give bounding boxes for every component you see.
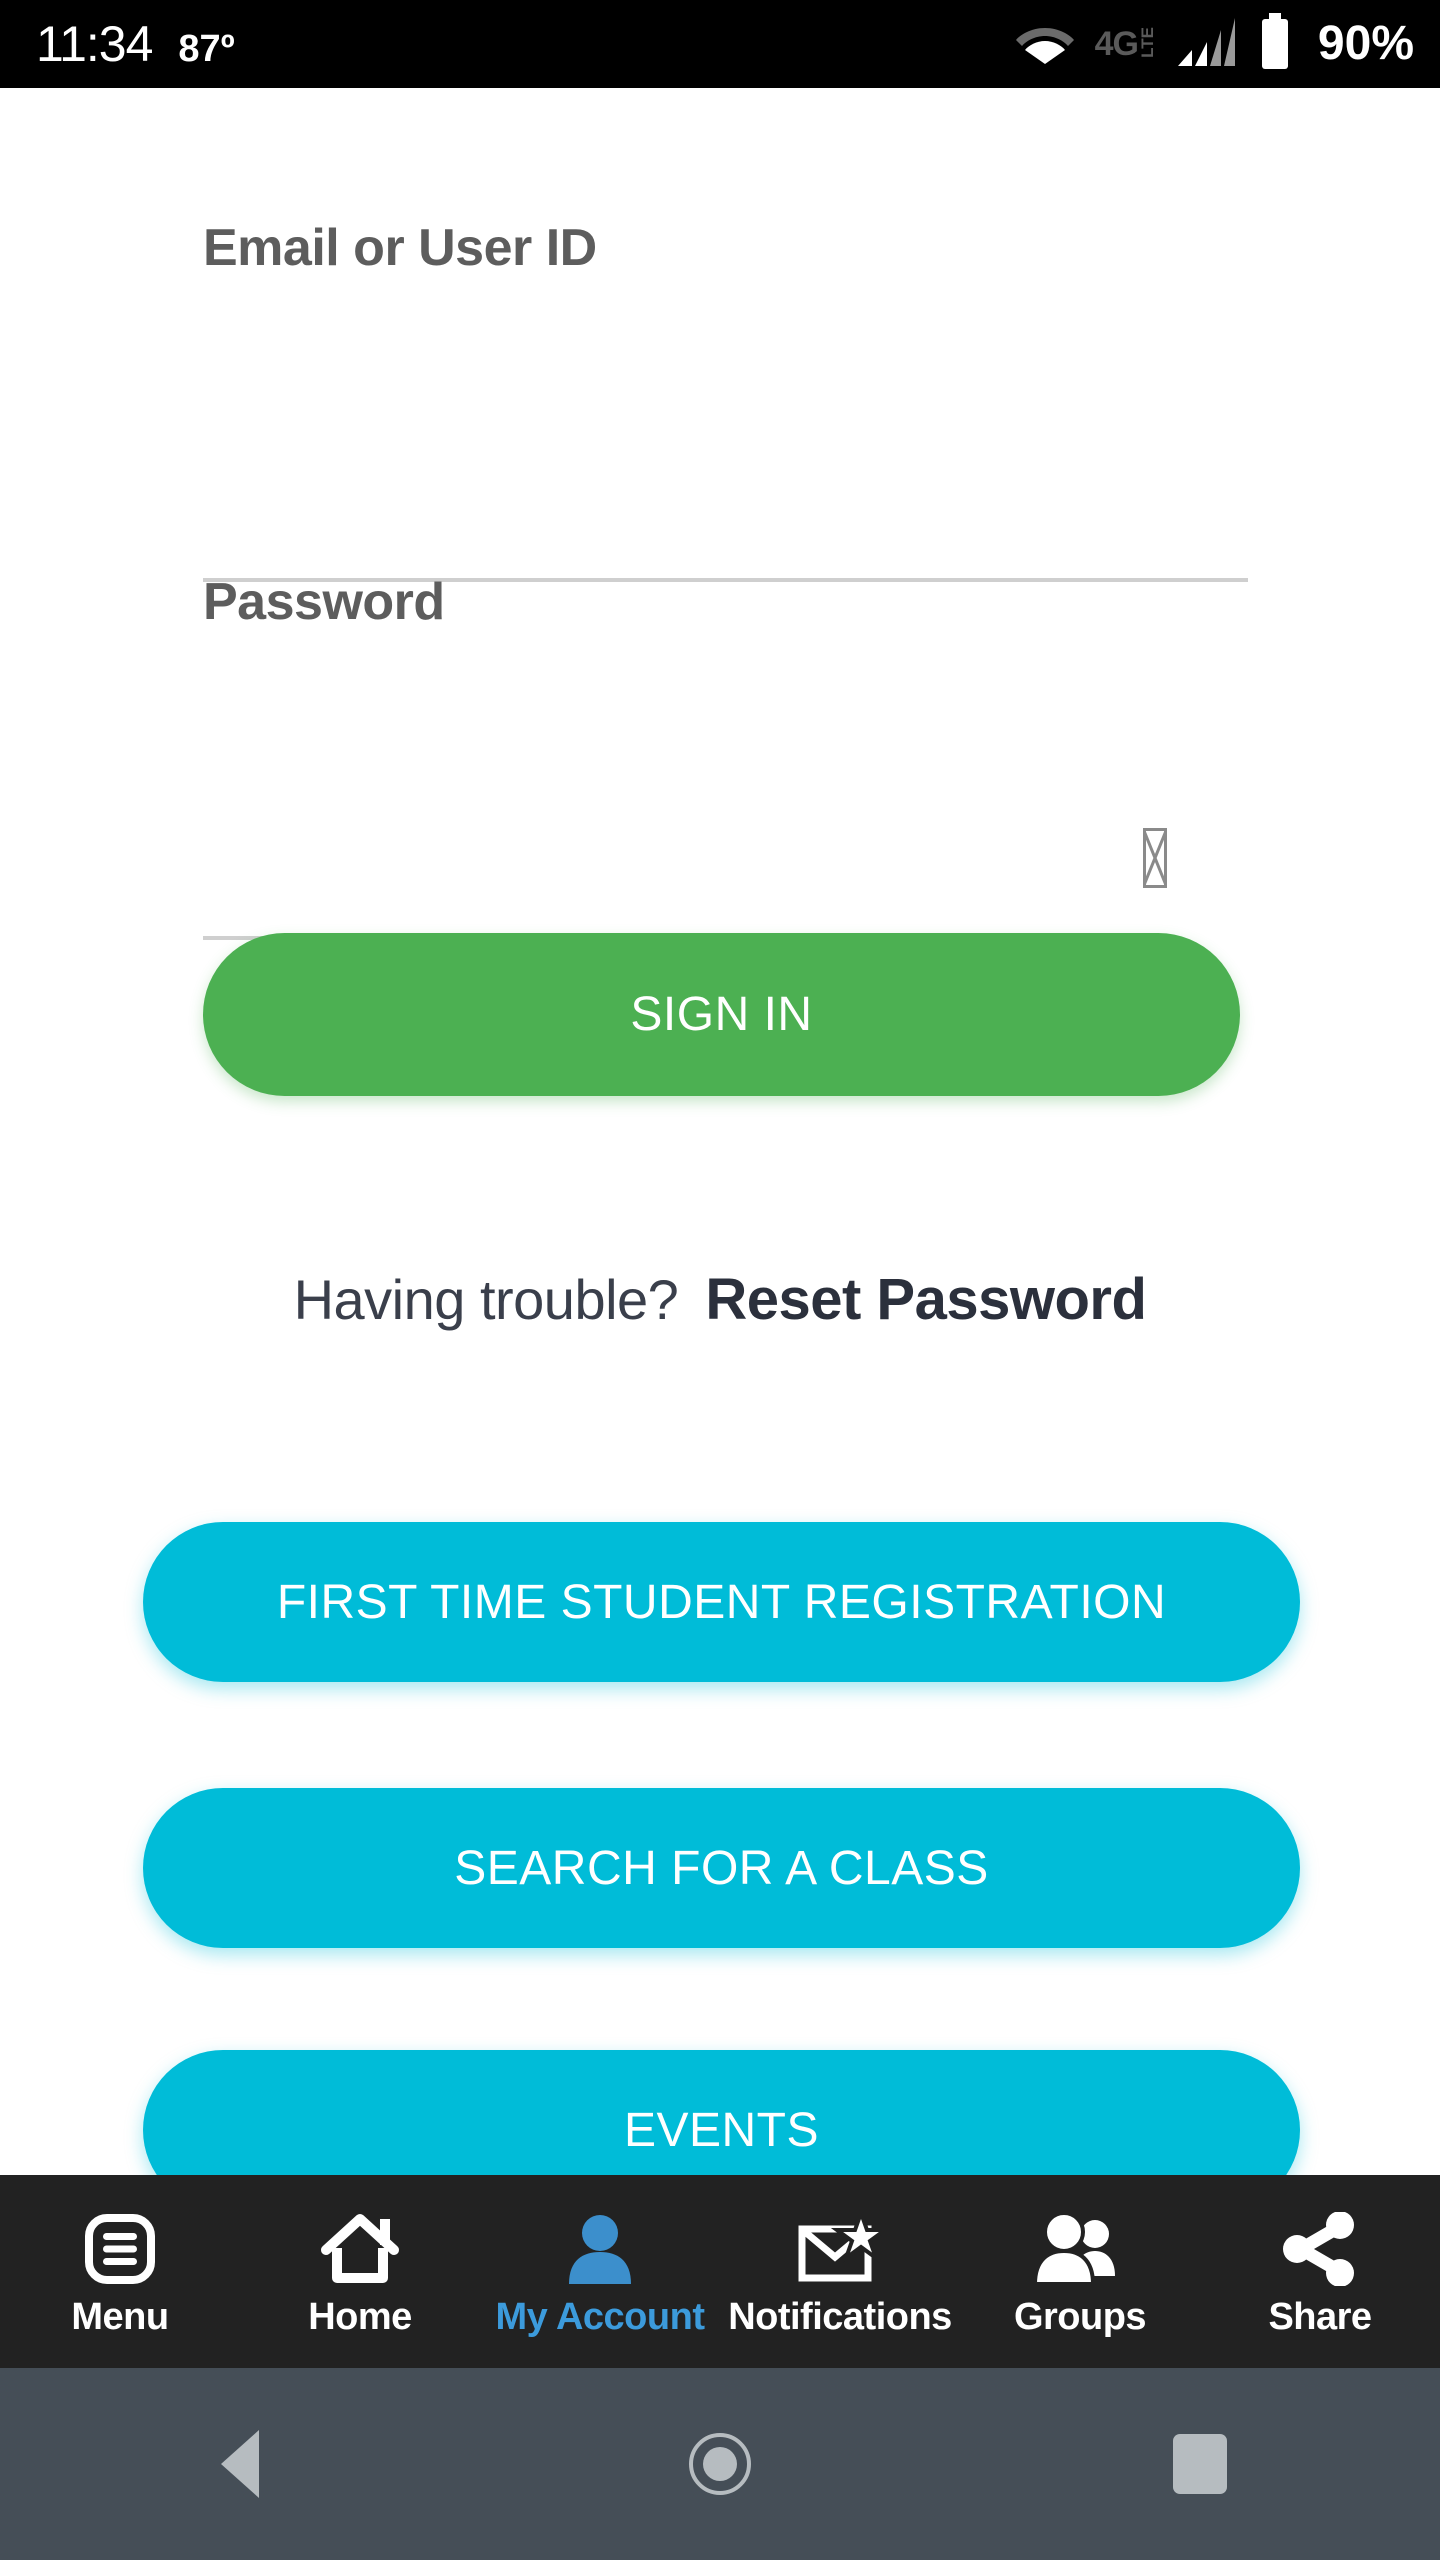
tab-home[interactable]: Home xyxy=(240,2175,480,2368)
back-triangle-icon xyxy=(221,2430,259,2498)
android-home-button[interactable] xyxy=(480,2433,960,2495)
login-form-area: Email or User ID Password SIGN IN Having… xyxy=(0,88,1440,2210)
tab-notifications[interactable]: Notifications xyxy=(720,2175,960,2368)
envelope-star-icon xyxy=(798,2210,882,2288)
tab-my-account[interactable]: My Account xyxy=(480,2175,720,2368)
menu-list-icon xyxy=(84,2210,156,2288)
first-time-student-registration-button[interactable]: FIRST TIME STUDENT REGISTRATION xyxy=(143,1522,1300,1682)
reset-password-row: Having trouble? Reset Password xyxy=(0,1266,1440,1333)
people-group-icon xyxy=(1033,2210,1127,2288)
tab-notifications-label: Notifications xyxy=(728,2296,952,2338)
tab-menu-label: Menu xyxy=(71,2296,169,2338)
home-icon xyxy=(320,2210,400,2288)
app-screen: 11:34 87º 4G LTE 90% Email or User ID Pa… xyxy=(0,0,1440,2560)
recents-square-icon xyxy=(1173,2434,1227,2494)
status-bar-right: 4G LTE 90% xyxy=(1015,12,1414,76)
password-field-label: Password xyxy=(203,573,445,631)
status-clock: 11:34 xyxy=(36,16,153,72)
signal-bars-icon xyxy=(1176,16,1238,73)
wifi-icon xyxy=(1015,19,1075,70)
show-password-icon[interactable] xyxy=(1143,828,1167,888)
tab-share[interactable]: Share xyxy=(1200,2175,1440,2368)
network-type-label: 4G xyxy=(1094,25,1139,63)
tab-groups-label: Groups xyxy=(1013,2296,1147,2338)
tab-groups[interactable]: Groups xyxy=(960,2175,1200,2368)
tab-share-label: Share xyxy=(1268,2296,1372,2338)
search-for-a-class-button[interactable]: SEARCH FOR A CLASS xyxy=(143,1788,1300,1948)
status-bar-left: 11:34 87º xyxy=(36,19,235,69)
status-temperature: 87º xyxy=(178,28,235,70)
sign-in-button[interactable]: SIGN IN xyxy=(203,933,1240,1096)
person-icon xyxy=(563,2210,637,2288)
tab-menu[interactable]: Menu xyxy=(0,2175,240,2368)
email-field-label: Email or User ID xyxy=(203,219,597,277)
tab-home-label: Home xyxy=(308,2296,412,2338)
having-trouble-text: Having trouble? xyxy=(293,1268,679,1331)
android-navigation-bar xyxy=(0,2368,1440,2560)
email-input[interactable] xyxy=(203,418,1248,488)
battery-percentage: 90% xyxy=(1317,17,1414,70)
network-type-indicator: 4G LTE xyxy=(1094,25,1157,63)
share-nodes-icon xyxy=(1279,2210,1361,2288)
home-circle-icon xyxy=(689,2433,751,2495)
android-recents-button[interactable] xyxy=(960,2434,1440,2494)
reset-password-link[interactable]: Reset Password xyxy=(705,1266,1147,1333)
battery-icon xyxy=(1258,12,1292,76)
status-bar: 11:34 87º 4G LTE 90% xyxy=(0,0,1440,88)
android-back-button[interactable] xyxy=(0,2430,480,2498)
bottom-tab-bar: Menu Home My Account Notifications Group… xyxy=(0,2175,1440,2368)
password-input[interactable] xyxy=(203,778,1063,848)
network-sub-label: LTE xyxy=(1137,27,1157,58)
tab-my-account-label: My Account xyxy=(495,2296,705,2338)
